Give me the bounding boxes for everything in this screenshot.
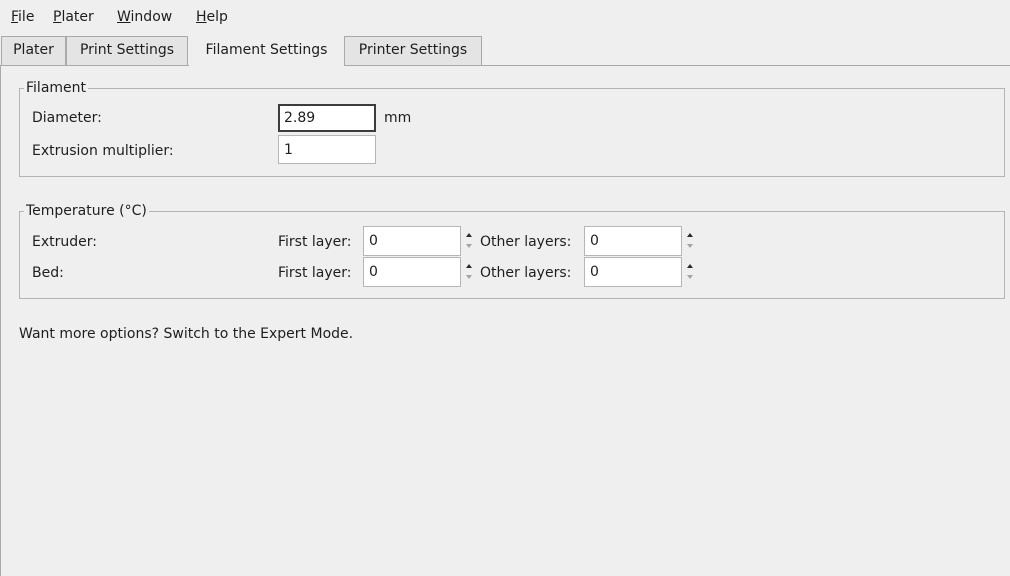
extruder-other-layers-spinner[interactable] bbox=[686, 228, 696, 254]
menu-help-mnemonic: H bbox=[196, 9, 207, 25]
bed-other-layers-label: Other layers: bbox=[480, 265, 572, 281]
settings-tab-bar: Plater Print Settings Filament Settings … bbox=[0, 32, 1010, 66]
bed-label: Bed: bbox=[32, 265, 64, 281]
bed-other-layers-input[interactable] bbox=[584, 257, 682, 287]
temperature-group-title: Temperature (°C) bbox=[24, 202, 149, 220]
spin-down-icon[interactable] bbox=[466, 275, 472, 279]
tab-print-settings-label: Print Settings bbox=[79, 42, 175, 58]
extruder-first-layer-label: First layer: bbox=[278, 234, 352, 250]
temperature-group: Temperature (°C) Extruder: First layer: … bbox=[19, 202, 1005, 299]
diameter-input[interactable] bbox=[278, 104, 376, 132]
menu-help-label: elp bbox=[206, 9, 228, 25]
tab-print-settings[interactable]: Print Settings bbox=[66, 36, 188, 65]
spin-down-icon[interactable] bbox=[466, 244, 472, 248]
diameter-unit: mm bbox=[384, 110, 412, 126]
extruder-other-layers-label: Other layers: bbox=[480, 234, 572, 250]
bed-first-layer-spinner[interactable] bbox=[465, 259, 475, 285]
bed-first-layer-input[interactable] bbox=[363, 257, 461, 287]
extruder-first-layer-spinner[interactable] bbox=[465, 228, 475, 254]
spin-up-icon[interactable] bbox=[687, 264, 693, 268]
extruder-label: Extruder: bbox=[32, 234, 97, 250]
menu-plater[interactable]: Plater bbox=[53, 9, 94, 25]
spin-down-icon[interactable] bbox=[687, 244, 693, 248]
extrusion-multiplier-input[interactable] bbox=[278, 135, 376, 164]
menu-help[interactable]: Help bbox=[196, 9, 228, 25]
menu-window-label: indow bbox=[130, 9, 173, 25]
extruder-other-layers-input[interactable] bbox=[584, 226, 682, 256]
bed-other-layers-spinner[interactable] bbox=[686, 259, 696, 285]
menu-plater-label: later bbox=[61, 9, 94, 25]
extrusion-multiplier-label: Extrusion multiplier: bbox=[32, 143, 174, 159]
spin-up-icon[interactable] bbox=[466, 264, 472, 268]
filament-group: Filament Diameter: mm Extrusion multipli… bbox=[19, 79, 1005, 177]
tab-filament-settings[interactable]: Filament Settings bbox=[189, 33, 344, 66]
tab-plater-label: Plater bbox=[13, 42, 54, 58]
filament-settings-pane: Filament Diameter: mm Extrusion multipli… bbox=[0, 66, 1010, 576]
menu-bar: File Plater Window Help bbox=[0, 0, 1010, 32]
spin-up-icon[interactable] bbox=[466, 233, 472, 237]
extruder-first-layer-input[interactable] bbox=[363, 226, 461, 256]
menu-file-label: ile bbox=[18, 9, 35, 25]
menu-file-mnemonic: F bbox=[11, 9, 19, 25]
spin-down-icon[interactable] bbox=[687, 275, 693, 279]
tab-filament-settings-label: Filament Settings bbox=[205, 42, 328, 58]
filament-group-title: Filament bbox=[24, 79, 89, 97]
tab-printer-settings[interactable]: Printer Settings bbox=[344, 36, 482, 65]
tab-plater[interactable]: Plater bbox=[1, 36, 66, 65]
spin-up-icon[interactable] bbox=[687, 233, 693, 237]
menu-file[interactable]: File bbox=[11, 9, 34, 25]
menu-window[interactable]: Window bbox=[117, 9, 172, 25]
diameter-label: Diameter: bbox=[32, 110, 102, 126]
menu-window-mnemonic: W bbox=[117, 9, 131, 25]
bed-first-layer-label: First layer: bbox=[278, 265, 352, 281]
tab-printer-settings-label: Printer Settings bbox=[358, 42, 468, 58]
expert-mode-hint: Want more options? Switch to the Expert … bbox=[19, 326, 354, 342]
